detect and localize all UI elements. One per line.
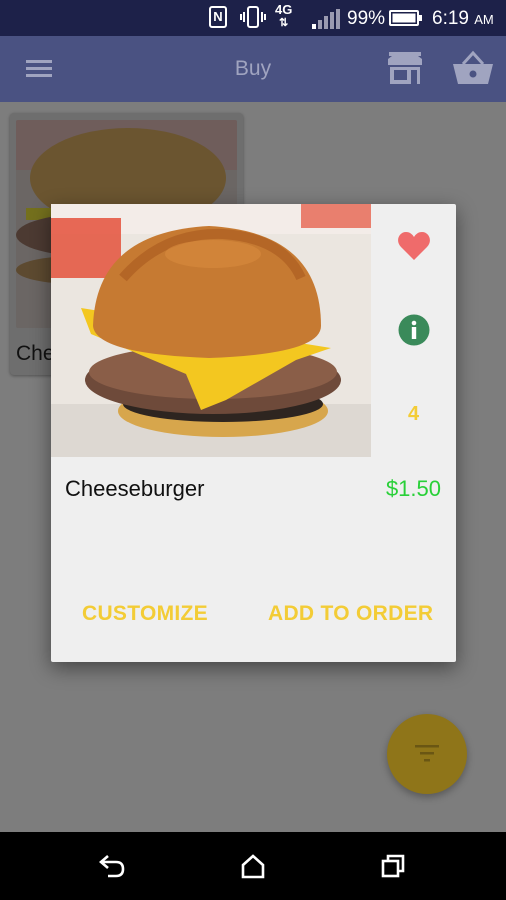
- item-side-panel: 4: [371, 204, 456, 457]
- page-title: Buy: [234, 57, 272, 80]
- filter-icon: [415, 745, 439, 762]
- item-count: 4: [407, 403, 420, 425]
- battery-percent: 99%: [347, 8, 386, 29]
- app-bar: Buy: [0, 36, 506, 102]
- network-indicator: 4G ⇅: [275, 2, 293, 30]
- network-type: 4G: [275, 2, 293, 17]
- clock: 6:19 AM: [432, 8, 494, 30]
- heart-icon[interactable]: [397, 230, 431, 262]
- system-nav-bar: [0, 832, 506, 900]
- home-icon[interactable]: [240, 853, 266, 879]
- battery-icon: [389, 10, 422, 26]
- clock-time: 6:19: [432, 8, 469, 29]
- signal-icon: [312, 9, 340, 29]
- add-to-order-button[interactable]: ADD TO ORDER: [268, 602, 433, 626]
- item-photo: [51, 204, 371, 457]
- clock-ampm: AM: [474, 12, 494, 27]
- vibrate-icon: [240, 6, 266, 28]
- menu-item-name: Che: [16, 342, 55, 365]
- item-price: $1.50: [385, 476, 441, 501]
- customize-button[interactable]: CUSTOMIZE: [82, 602, 208, 626]
- back-icon[interactable]: [98, 853, 126, 879]
- filter-button[interactable]: [387, 714, 467, 794]
- nfc-icon: N: [209, 6, 227, 28]
- data-arrows-icon: ⇅: [279, 17, 289, 29]
- status-bar: N 4G ⇅ 99% 6:19 AM: [0, 0, 506, 36]
- item-dialog: 4 Cheeseburger $1.50 CUSTOMIZE ADD TO OR…: [51, 204, 456, 662]
- info-icon[interactable]: [398, 314, 430, 346]
- recents-icon[interactable]: [380, 853, 406, 879]
- basket-icon[interactable]: [451, 50, 495, 86]
- item-name: Cheeseburger: [65, 476, 205, 501]
- store-icon[interactable]: [386, 50, 424, 86]
